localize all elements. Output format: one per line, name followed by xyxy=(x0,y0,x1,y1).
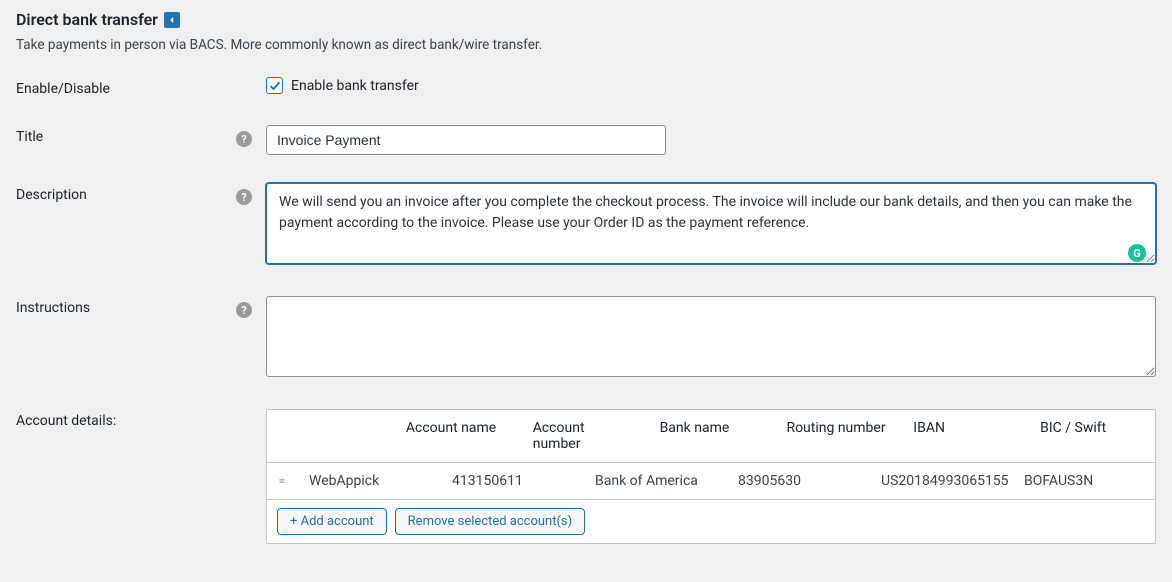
th-routing-number: Routing number xyxy=(774,410,901,462)
table-footer: + Add account Remove selected account(s) xyxy=(267,500,1155,543)
textarea-description[interactable] xyxy=(266,183,1156,264)
th-account-name: Account name xyxy=(394,410,521,462)
page-title-text: Direct bank transfer xyxy=(16,10,158,29)
cell-bic-swift[interactable]: BOFAUS3N xyxy=(1012,463,1155,499)
cell-iban[interactable]: US20184993065155 xyxy=(869,463,1012,499)
add-account-button[interactable]: + Add account xyxy=(277,508,387,535)
input-title[interactable] xyxy=(266,125,666,155)
th-bank-name: Bank name xyxy=(648,410,775,462)
label-description: Description xyxy=(16,183,236,203)
checkbox-enable-wrap: Enable bank transfer xyxy=(266,77,1156,94)
cell-routing-number[interactable]: 83905630 xyxy=(726,463,869,499)
row-title: Title ? xyxy=(16,125,1156,155)
account-table: Account name Account number Bank name Ro… xyxy=(266,409,1156,544)
label-title: Title xyxy=(16,125,236,145)
help-icon[interactable]: ? xyxy=(236,189,252,205)
page-description: Take payments in person via BACS. More c… xyxy=(16,37,1156,53)
label-enable: Enable/Disable xyxy=(16,77,236,97)
row-instructions: Instructions ? xyxy=(16,296,1156,381)
table-header: Account name Account number Bank name Ro… xyxy=(267,410,1155,463)
help-icon[interactable]: ? xyxy=(236,131,252,147)
help-icon[interactable]: ? xyxy=(236,302,252,318)
checkbox-enable-label: Enable bank transfer xyxy=(291,78,419,94)
cell-bank-name[interactable]: Bank of America xyxy=(583,463,726,499)
th-bic-swift: BIC / Swift xyxy=(1028,410,1155,462)
checkbox-enable[interactable] xyxy=(266,77,283,94)
cell-account-number[interactable]: 413150611 xyxy=(440,463,583,499)
grammarly-icon[interactable]: G xyxy=(1128,244,1146,262)
check-icon xyxy=(269,80,281,92)
drag-handle-icon[interactable] xyxy=(267,463,297,499)
cell-account-name[interactable]: WebAppick xyxy=(297,463,440,499)
page-title: Direct bank transfer xyxy=(16,10,1156,29)
remove-account-button[interactable]: Remove selected account(s) xyxy=(395,508,586,535)
textarea-instructions[interactable] xyxy=(266,296,1156,377)
row-account-details: Account details: Account name Account nu… xyxy=(16,409,1156,544)
label-instructions: Instructions xyxy=(16,296,236,316)
th-handle xyxy=(267,410,394,462)
row-description: Description ? G xyxy=(16,183,1156,268)
label-account-details: Account details: xyxy=(16,409,236,429)
back-link-icon[interactable] xyxy=(164,12,180,28)
row-enable: Enable/Disable Enable bank transfer xyxy=(16,77,1156,97)
table-row[interactable]: WebAppick 413150611 Bank of America 8390… xyxy=(267,463,1155,500)
th-iban: IBAN xyxy=(901,410,1028,462)
th-account-number: Account number xyxy=(521,410,648,462)
